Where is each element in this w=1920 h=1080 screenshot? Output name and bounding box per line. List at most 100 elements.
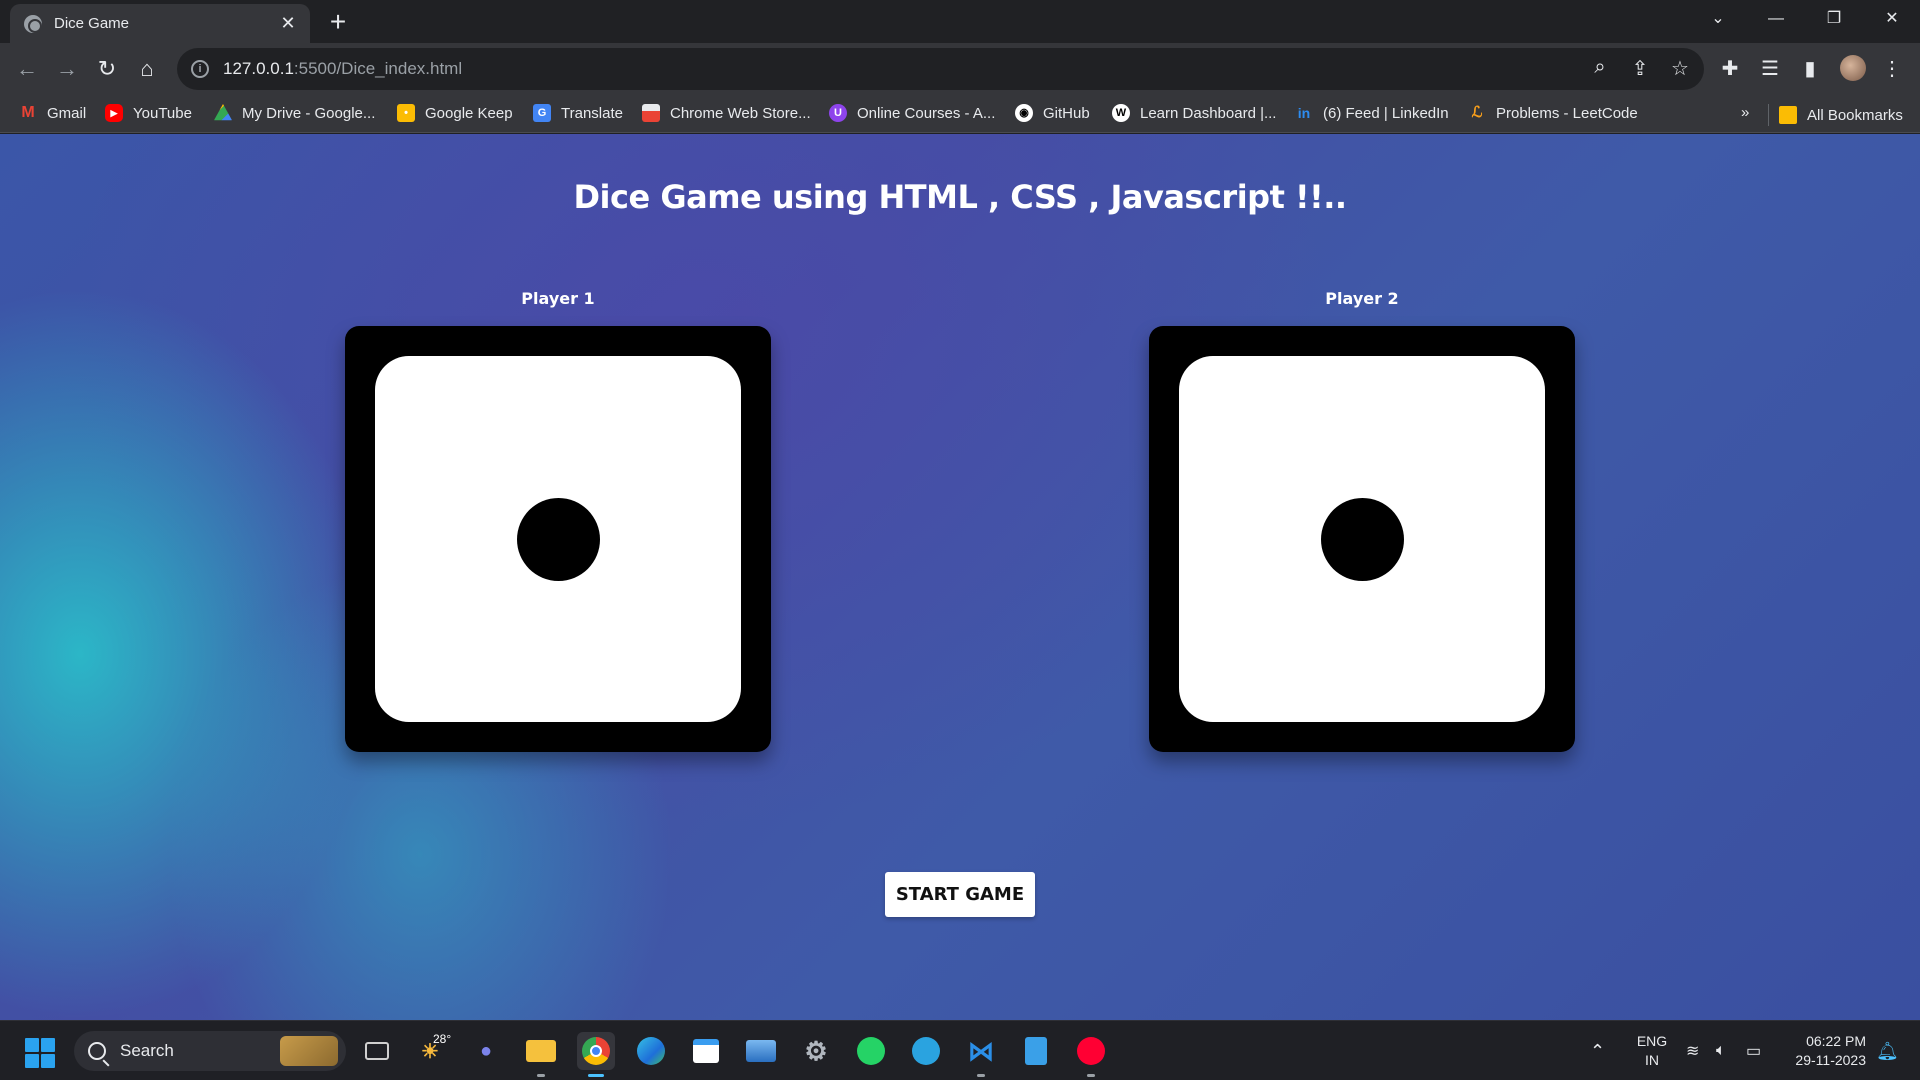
forward-icon[interactable]: → — [51, 53, 83, 85]
bookmark-youtube[interactable]: ▶ YouTube — [105, 104, 192, 122]
site-info-icon[interactable]: i — [191, 60, 209, 78]
player2-die — [1149, 326, 1575, 752]
reading-list-icon[interactable]: ☰ — [1756, 55, 1784, 83]
whatsapp-icon[interactable] — [852, 1032, 890, 1070]
bookmark-google-keep[interactable]: • Google Keep — [397, 104, 513, 122]
search-icon — [88, 1042, 106, 1060]
system-clock[interactable]: 06:22 PM 29-11-2023 — [1786, 1032, 1866, 1070]
gmail-icon: M — [21, 104, 35, 121]
die-pip — [1321, 498, 1404, 581]
youtube-music-icon[interactable] — [1072, 1032, 1110, 1077]
bookmark-leetcode[interactable]: ℒ Problems - LeetCode — [1468, 104, 1638, 122]
microsoft-store-icon[interactable] — [687, 1032, 725, 1070]
url-text[interactable]: 127.0.0.1:5500/Dice_index.html — [223, 59, 462, 79]
bookmark-label: YouTube — [133, 104, 192, 122]
page-viewport: Dice Game using HTML , CSS , Javascript … — [0, 134, 1920, 1020]
browser-toolbar: ← → ↻ ⌂ i 127.0.0.1:5500/Dice_index.html… — [0, 43, 1920, 95]
language-bottom: IN — [1645, 1052, 1659, 1068]
close-window-button[interactable]: ✕ — [1864, 0, 1920, 40]
new-tab-button[interactable]: + — [322, 6, 354, 38]
bookmark-my-drive[interactable]: My Drive - Google... — [214, 104, 375, 122]
browser-tab[interactable]: Dice Game ✕ — [10, 4, 310, 43]
task-view-icon[interactable] — [358, 1032, 396, 1070]
show-hidden-icons-chevron-icon[interactable]: ⌃ — [1590, 1021, 1605, 1080]
die-pip — [517, 498, 600, 581]
menu-kebab-icon[interactable]: ⋮ — [1878, 55, 1906, 83]
player1-label: Player 1 — [521, 289, 595, 308]
extensions-icon[interactable]: ✚ — [1716, 55, 1744, 83]
volume-icon[interactable]: 🔈︎ — [1716, 1021, 1726, 1080]
bookmark-label: GitHub — [1043, 104, 1090, 122]
wifi-icon[interactable]: ≋ — [1686, 1021, 1699, 1080]
start-game-button[interactable]: START GAME — [885, 872, 1035, 917]
bookmark-online-courses[interactable]: U Online Courses - A... — [829, 104, 995, 122]
player1-die-face — [375, 356, 741, 722]
restore-button[interactable]: ❐ — [1806, 0, 1862, 40]
url-path: :5500/Dice_index.html — [293, 59, 463, 78]
language-indicator[interactable]: ENG IN — [1636, 1032, 1668, 1070]
weather-temperature: 28° — [433, 1032, 452, 1046]
telegram-icon[interactable] — [907, 1032, 945, 1070]
bookmark-github[interactable]: ◉ GitHub — [1015, 104, 1090, 122]
tab-strip: Dice Game ✕ + ⌄ — ❐ ✕ — [0, 0, 1920, 43]
globe-icon — [24, 14, 42, 33]
share-icon[interactable]: ⇪ — [1628, 56, 1652, 81]
settings-gear-icon[interactable]: ⚙ — [797, 1032, 835, 1070]
bookmark-label: Problems - LeetCode — [1496, 104, 1638, 122]
page-title: Dice Game using HTML , CSS , Javascript … — [573, 178, 1347, 216]
bookmarks-overflow-button[interactable]: » — [1741, 104, 1749, 121]
file-explorer-icon[interactable] — [522, 1032, 560, 1077]
all-bookmarks-button[interactable]: All Bookmarks — [1768, 104, 1903, 126]
bookmark-label: Chrome Web Store... — [670, 104, 811, 122]
battery-icon[interactable]: ▭ — [1746, 1021, 1761, 1080]
vscode-icon[interactable]: ⋈ — [962, 1032, 1000, 1077]
tab-close-icon[interactable]: ✕ — [278, 13, 298, 34]
player2-die-face — [1179, 356, 1545, 722]
bookmark-translate[interactable]: G Translate — [533, 104, 623, 122]
url-host: 127.0.0.1 — [223, 59, 294, 78]
leetcode-icon: ℒ — [1471, 104, 1483, 121]
linkedin-icon: in — [1297, 105, 1311, 121]
all-bookmarks-label: All Bookmarks — [1807, 106, 1903, 124]
web-store-icon — [642, 104, 660, 122]
edge-icon[interactable] — [632, 1032, 670, 1070]
bookmark-label: Learn Dashboard |... — [1140, 104, 1277, 122]
teams-chat-icon[interactable]: ● — [467, 1032, 505, 1070]
taskbar: Search ☀ 28° ● ⚙ ⋈ ⌃ ENG IN ≋ 🔈︎ ▭ 06:22… — [0, 1020, 1920, 1080]
photos-icon[interactable] — [742, 1032, 780, 1070]
profile-avatar[interactable] — [1840, 55, 1866, 81]
google-drive-icon — [214, 104, 232, 121]
zoom-icon[interactable]: ⌕ — [1588, 56, 1612, 81]
search-highlight-image — [280, 1036, 338, 1066]
bookmark-gmail[interactable]: M Gmail — [19, 104, 86, 122]
wordpress-icon: W — [1112, 104, 1130, 122]
youtube-icon: ▶ — [105, 104, 123, 122]
bookmark-star-icon[interactable]: ☆ — [1668, 56, 1692, 81]
bookmarks-bar: M Gmail ▶ YouTube My Drive - Google... •… — [0, 95, 1920, 133]
player2-label: Player 2 — [1325, 289, 1399, 308]
courses-icon: U — [829, 104, 847, 122]
reload-icon[interactable]: ↻ — [91, 53, 123, 85]
back-icon[interactable]: ← — [11, 53, 43, 85]
windows-start-icon[interactable] — [25, 1038, 55, 1068]
bookmark-linkedin[interactable]: in (6) Feed | LinkedIn — [1295, 104, 1449, 122]
home-icon[interactable]: ⌂ — [131, 53, 163, 85]
github-icon: ◉ — [1015, 104, 1033, 122]
bookmark-label: My Drive - Google... — [242, 104, 376, 122]
minimize-button[interactable]: — — [1748, 0, 1804, 40]
taskbar-search-label: Search — [120, 1041, 174, 1060]
notification-bell-icon[interactable]: 🔔︎ — [1876, 1021, 1899, 1080]
bookmark-label: Online Courses - A... — [857, 104, 996, 122]
folder-icon — [1779, 106, 1797, 124]
clock-date: 29-11-2023 — [1795, 1052, 1866, 1068]
google-keep-icon: • — [397, 104, 415, 122]
bookmark-chrome-web-store[interactable]: Chrome Web Store... — [642, 104, 811, 122]
side-panel-icon[interactable]: ▮ — [1796, 55, 1824, 83]
clock-time: 06:22 PM — [1806, 1033, 1866, 1049]
taskbar-search[interactable]: Search — [74, 1031, 346, 1071]
chrome-icon[interactable] — [577, 1032, 615, 1077]
address-bar[interactable]: i 127.0.0.1:5500/Dice_index.html ⌕ ⇪ ☆ — [177, 48, 1704, 90]
bookmark-learn-dashboard[interactable]: W Learn Dashboard |... — [1112, 104, 1276, 122]
tab-search-icon[interactable]: ⌄ — [1690, 0, 1746, 40]
notepad-icon[interactable] — [1017, 1032, 1055, 1070]
